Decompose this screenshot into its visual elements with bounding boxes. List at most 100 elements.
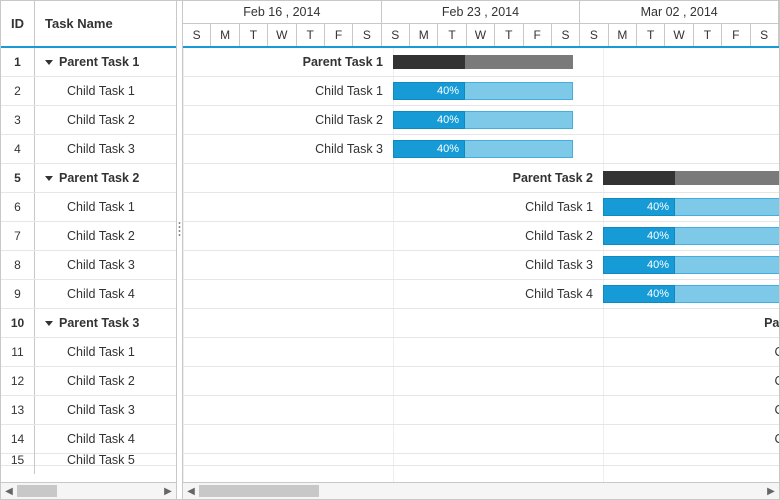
chart-row[interactable]: Child Task 340% xyxy=(183,251,779,280)
row-name: Child Task 4 xyxy=(35,287,176,301)
bar-label: Child Task 2 xyxy=(183,106,391,135)
expand-caret-icon[interactable] xyxy=(45,60,53,65)
tree-row[interactable]: 5Parent Task 2 xyxy=(1,164,176,193)
scroll-right-icon[interactable]: ▶ xyxy=(160,483,176,499)
task-name-text: Child Task 5 xyxy=(67,453,135,467)
scroll-thumb[interactable] xyxy=(199,485,319,497)
row-name: Child Task 5 xyxy=(35,453,176,467)
tree-row[interactable]: 1Parent Task 1 xyxy=(1,48,176,77)
tree-row[interactable]: 11 Child Task 1 xyxy=(1,338,176,367)
task-name-text: Child Task 1 xyxy=(67,345,135,359)
child-taskbar[interactable]: 40% xyxy=(603,227,779,245)
bar-label: Child xyxy=(183,396,779,425)
chart-row[interactable]: Child xyxy=(183,425,779,454)
child-taskbar[interactable]: 40% xyxy=(603,285,779,303)
chart-row[interactable]: Child xyxy=(183,396,779,425)
tree-hscroll[interactable]: ◀ ▶ xyxy=(1,482,176,499)
task-name-text: Parent Task 3 xyxy=(59,316,139,330)
scroll-right-icon[interactable]: ▶ xyxy=(763,483,779,499)
chart-row[interactable]: Child xyxy=(183,367,779,396)
day-header: T xyxy=(495,24,523,47)
child-taskbar[interactable]: 40% xyxy=(393,111,573,129)
scroll-thumb[interactable] xyxy=(17,485,57,497)
row-name: Child Task 4 xyxy=(35,432,176,446)
row-name: Child Task 3 xyxy=(35,142,176,156)
column-header-name[interactable]: Task Name xyxy=(35,1,176,46)
day-header: M xyxy=(410,24,438,47)
expand-caret-icon[interactable] xyxy=(45,176,53,181)
tree-row[interactable]: 10Parent Task 3 xyxy=(1,309,176,338)
day-header: T xyxy=(438,24,466,47)
task-name-text: Child Task 2 xyxy=(67,229,135,243)
tree-row[interactable]: 6Child Task 1 xyxy=(1,193,176,222)
week-header: Feb 16 , 2014 xyxy=(183,1,382,23)
tree-body: 1Parent Task 12Child Task 13Child Task 2… xyxy=(1,48,176,482)
chart-row[interactable]: Parent Task 1 xyxy=(183,48,779,77)
chart-body[interactable]: Parent Task 1Child Task 140%Child Task 2… xyxy=(183,48,779,482)
task-name-text: Child Task 4 xyxy=(67,432,135,446)
scroll-left-icon[interactable]: ◀ xyxy=(1,483,17,499)
day-header: M xyxy=(211,24,239,47)
row-name: Child Task 1 xyxy=(35,200,176,214)
chart-row[interactable]: Child Task 140% xyxy=(183,77,779,106)
chart-row[interactable]: Child xyxy=(183,338,779,367)
row-id: 13 xyxy=(1,396,35,424)
tree-row[interactable]: 15Child Task 5 xyxy=(1,454,176,466)
chart-row[interactable]: Child Task 340% xyxy=(183,135,779,164)
day-header: S xyxy=(183,24,211,47)
child-taskbar[interactable]: 40% xyxy=(393,82,573,100)
row-id: 12 xyxy=(1,367,35,395)
bar-label: Child xyxy=(183,338,779,367)
day-header: W xyxy=(665,24,693,47)
task-name-text: Child Task 3 xyxy=(67,403,135,417)
chart-panel: Feb 16 , 2014Feb 23 , 2014Mar 02 , 2014 … xyxy=(183,1,779,499)
tree-row[interactable]: 3Child Task 2 xyxy=(1,106,176,135)
tree-row[interactable]: 8Child Task 3 xyxy=(1,251,176,280)
day-header: M xyxy=(609,24,637,47)
tree-row[interactable]: 13 Child Task 3 xyxy=(1,396,176,425)
chart-row[interactable]: Child Task 240% xyxy=(183,106,779,135)
parent-taskbar[interactable] xyxy=(603,171,779,185)
tree-row[interactable]: 2Child Task 1 xyxy=(1,77,176,106)
day-header: F xyxy=(325,24,353,47)
progress-fill: 40% xyxy=(603,285,675,303)
row-id: 11 xyxy=(1,338,35,366)
bar-label xyxy=(183,454,779,482)
chart-header: Feb 16 , 2014Feb 23 , 2014Mar 02 , 2014 … xyxy=(183,1,779,48)
task-name-text: Child Task 4 xyxy=(67,287,135,301)
progress-fill xyxy=(603,171,675,185)
scroll-track[interactable] xyxy=(17,483,160,499)
child-taskbar[interactable]: 40% xyxy=(603,198,779,216)
row-name: Parent Task 1 xyxy=(35,55,176,69)
bar-label: Child Task 3 xyxy=(183,251,601,280)
chart-row[interactable]: Parent Task 2 xyxy=(183,164,779,193)
chart-row[interactable] xyxy=(183,454,779,466)
column-header-id[interactable]: ID xyxy=(1,1,35,46)
expand-caret-icon[interactable] xyxy=(45,321,53,326)
bar-label: Parent Task 2 xyxy=(183,164,601,193)
tree-row[interactable]: 4Child Task 3 xyxy=(1,135,176,164)
parent-taskbar[interactable] xyxy=(393,55,573,69)
row-name: Child Task 1 xyxy=(35,345,176,359)
row-id: 5 xyxy=(1,164,35,192)
chart-row[interactable]: Child Task 440% xyxy=(183,280,779,309)
row-id: 7 xyxy=(1,222,35,250)
chart-row[interactable]: Parent xyxy=(183,309,779,338)
child-taskbar[interactable]: 40% xyxy=(603,256,779,274)
chart-row[interactable]: Child Task 240% xyxy=(183,222,779,251)
row-id: 4 xyxy=(1,135,35,163)
task-name-text: Child Task 3 xyxy=(67,258,135,272)
progress-fill xyxy=(393,55,465,69)
chart-hscroll[interactable]: ◀ ▶ xyxy=(183,482,779,499)
scroll-track[interactable] xyxy=(199,483,763,499)
day-header: T xyxy=(240,24,268,47)
row-name: Parent Task 3 xyxy=(35,316,176,330)
chart-row[interactable]: Child Task 140% xyxy=(183,193,779,222)
tree-row[interactable]: 9Child Task 4 xyxy=(1,280,176,309)
child-taskbar[interactable]: 40% xyxy=(393,140,573,158)
bar-label: Child Task 3 xyxy=(183,135,391,164)
tree-row[interactable]: 7 Child Task 2 xyxy=(1,222,176,251)
tree-row[interactable]: 12Child Task 2 xyxy=(1,367,176,396)
bar-label: Parent xyxy=(183,309,779,338)
scroll-left-icon[interactable]: ◀ xyxy=(183,483,199,499)
